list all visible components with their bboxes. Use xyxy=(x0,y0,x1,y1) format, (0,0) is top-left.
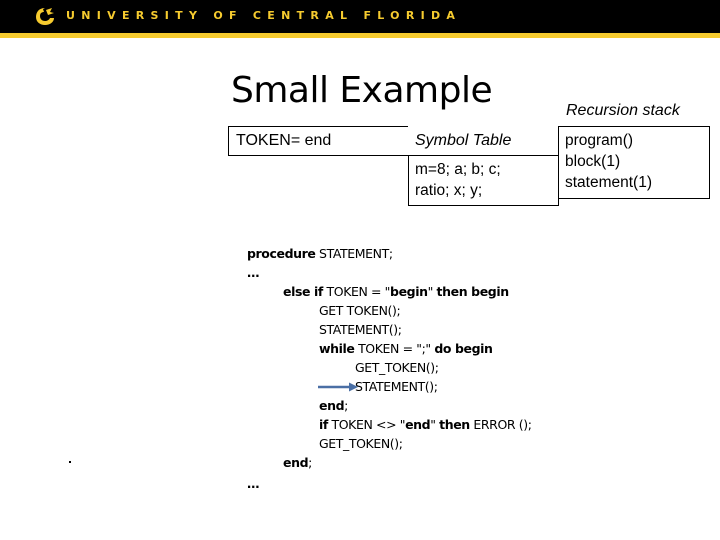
code-line: end; xyxy=(319,398,348,413)
symbol-table-heading: Symbol Table xyxy=(415,132,512,149)
token-value: TOKEN= end xyxy=(236,132,332,149)
code-keyword: begin xyxy=(390,284,428,299)
pegasus-logo-icon xyxy=(36,8,54,25)
symbol-table-heading-cell: Symbol Table xyxy=(408,126,559,156)
code-ellipsis: … xyxy=(247,265,260,280)
code-line: … xyxy=(247,476,260,491)
code-line-current: STATEMENT(); xyxy=(355,379,438,394)
code-keyword: procedure xyxy=(247,246,316,261)
university-name: UNIVERSITY OF CENTRAL FLORIDA xyxy=(66,9,462,22)
code-keyword: then xyxy=(439,417,470,432)
stack-frame: statement(1) xyxy=(565,174,653,191)
code-keyword: while xyxy=(319,341,355,356)
code-line: … xyxy=(247,265,260,280)
code-line: GET_TOKEN(); xyxy=(355,360,439,375)
code-text: TOKEN <> " xyxy=(327,417,406,432)
code-ellipsis: … xyxy=(247,476,260,491)
code-text: STATEMENT; xyxy=(315,246,393,261)
code-line: else if TOKEN = "begin" then begin xyxy=(283,284,509,299)
recursion-stack-label: Recursion stack xyxy=(566,102,680,119)
code-line: GET_TOKEN(); xyxy=(319,436,403,451)
code-text: ERROR (); xyxy=(469,417,532,432)
code-text: ; xyxy=(308,455,312,470)
code-keyword: else if xyxy=(283,284,323,299)
header-bar: UNIVERSITY OF CENTRAL FLORIDA xyxy=(0,0,720,33)
stack-frame: block(1) xyxy=(565,153,621,170)
bullet-dot xyxy=(69,461,71,463)
code-keyword: end xyxy=(319,398,345,413)
code-line: procedure STATEMENT; xyxy=(247,246,393,261)
code-keyword: then begin xyxy=(436,284,510,299)
symbol-table-box: m=8; a; b; c; ratio; x; y; xyxy=(408,155,559,206)
recursion-stack-box: program() block(1) statement(1) xyxy=(558,126,710,199)
code-text: " xyxy=(427,284,437,299)
symbol-table-line: ratio; x; y; xyxy=(415,182,483,199)
symbol-table-line: m=8; a; b; c; xyxy=(415,161,501,178)
token-box: TOKEN= end xyxy=(228,126,409,156)
code-text: TOKEN = ";" xyxy=(354,341,435,356)
code-line: end; xyxy=(283,455,312,470)
code-line: STATEMENT(); xyxy=(319,322,402,337)
code-line: while TOKEN = ";" do begin xyxy=(319,341,493,356)
right-arrow-icon xyxy=(318,382,358,392)
code-keyword: if xyxy=(319,417,328,432)
code-line: GET TOKEN(); xyxy=(319,303,401,318)
code-keyword: end xyxy=(283,455,309,470)
slide-title: Small Example xyxy=(231,70,493,111)
header-accent-stripe xyxy=(0,33,720,38)
code-text: TOKEN = " xyxy=(322,284,391,299)
code-text: ; xyxy=(344,398,348,413)
code-keyword: end xyxy=(405,417,431,432)
code-line: if TOKEN <> "end" then ERROR (); xyxy=(319,417,532,432)
stack-frame: program() xyxy=(565,132,634,149)
code-keyword: do begin xyxy=(434,341,493,356)
code-text: " xyxy=(430,417,440,432)
